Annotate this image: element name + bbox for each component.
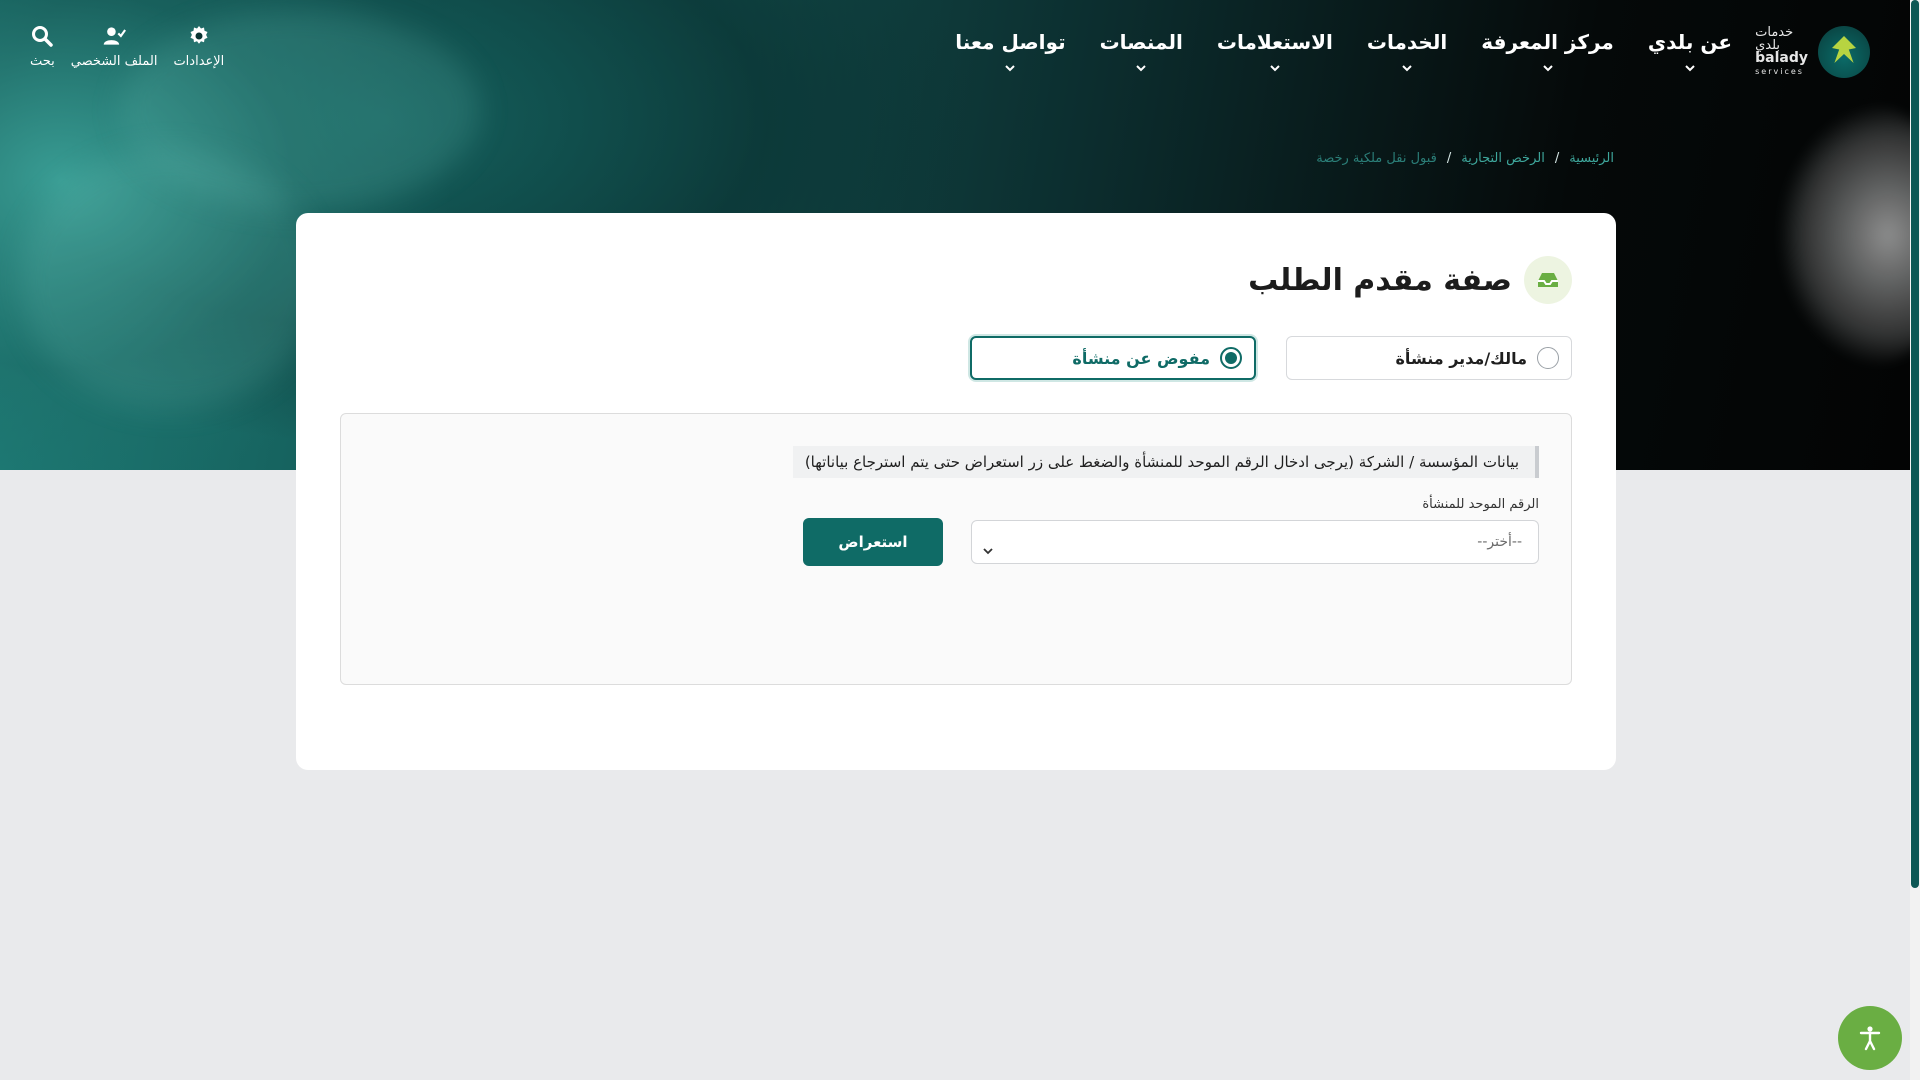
nav-item-contact[interactable]: تواصل معنا	[955, 30, 1066, 74]
user-check-icon	[103, 27, 127, 45]
title-icon-badge	[1524, 256, 1572, 304]
logo-english-sub: services	[1755, 67, 1804, 76]
profile-label: الملف الشخصي	[70, 54, 158, 69]
top-navigation: خدمات بلدي balady services عن بلدي مركز …	[0, 0, 1910, 104]
search-button[interactable]: بحث	[30, 24, 55, 69]
radio-authorized-representative[interactable]: مفوض عن منشأة	[970, 336, 1256, 380]
radio-circle[interactable]	[1220, 347, 1242, 369]
chevron-down-icon	[1685, 65, 1695, 72]
profile-button[interactable]: الملف الشخصي	[70, 24, 158, 69]
nav-label: تواصل معنا	[955, 30, 1066, 54]
search-icon	[32, 26, 54, 47]
decorative-palm	[1780, 105, 1920, 365]
nav-item-knowledge-center[interactable]: مركز المعرفة	[1481, 30, 1614, 74]
chevron-down-icon	[1270, 65, 1280, 72]
nav-label: عن بلدي	[1647, 30, 1732, 54]
scrollbar-thumb[interactable]	[1911, 0, 1919, 888]
chevron-down-icon	[1136, 65, 1146, 72]
establishment-data-panel: بيانات المؤسسة / الشركة (يرجى ادخال الرق…	[340, 413, 1572, 685]
balady-logo[interactable]: خدمات بلدي balady services	[1752, 24, 1870, 80]
logo-text: خدمات بلدي balady services	[1755, 26, 1808, 78]
page-title: صفة مقدم الطلب	[1248, 262, 1512, 298]
chevron-down-icon	[1402, 65, 1412, 72]
nav-label: المنصات	[1099, 30, 1183, 54]
inbox-tray-icon	[1538, 273, 1558, 287]
nav-label: الاستعلامات	[1216, 30, 1333, 54]
gear-icon	[190, 26, 208, 44]
search-label: بحث	[30, 54, 55, 69]
radio-circle[interactable]	[1537, 347, 1559, 369]
breadcrumb-separator: /	[1554, 151, 1560, 166]
breadcrumb-separator: /	[1446, 151, 1452, 166]
nav-item-platforms[interactable]: المنصات	[1100, 30, 1183, 74]
select-value: --أختر--	[1477, 534, 1522, 550]
accessibility-button[interactable]	[1838, 1006, 1902, 1070]
unified-number-label: الرقم الموحد للمنشأة	[1422, 497, 1539, 512]
logo-english: balady	[1755, 50, 1808, 66]
chevron-down-icon	[1005, 65, 1016, 72]
breadcrumb-home[interactable]: الرئيسية	[1569, 151, 1614, 166]
breadcrumb-commercial-licenses[interactable]: الرخص التجارية	[1461, 151, 1545, 166]
chevron-down-icon	[1542, 65, 1553, 72]
form-title: صفة مقدم الطلب	[1248, 256, 1572, 304]
applicant-form-card: صفة مقدم الطلب مالك/مدير منشأة مفوض عن م…	[296, 213, 1616, 770]
nav-label: مركز المعرفة	[1481, 30, 1614, 54]
header-tools: بحث الملف الشخصي الإعدادات	[30, 24, 224, 69]
nav-item-about[interactable]: عن بلدي	[1648, 30, 1732, 74]
chevron-down-icon	[983, 548, 993, 555]
radio-selected-dot	[1225, 352, 1237, 364]
view-button[interactable]: استعراض	[803, 518, 943, 566]
nav-item-services[interactable]: الخدمات	[1367, 30, 1447, 74]
main-menu: عن بلدي مركز المعرفة الخدمات الاستعلامات…	[955, 30, 1732, 74]
settings-button[interactable]: الإعدادات	[173, 24, 224, 69]
unified-number-select[interactable]: --أختر--	[971, 520, 1539, 564]
instruction-text: بيانات المؤسسة / الشركة (يرجى ادخال الرق…	[792, 446, 1539, 478]
palm-logo-icon	[1818, 26, 1870, 78]
radio-owner-manager[interactable]: مالك/مدير منشأة	[1286, 336, 1572, 380]
breadcrumb-current: قبول نقل ملكية رخصة	[1316, 151, 1437, 166]
nav-label: الخدمات	[1366, 30, 1448, 54]
radio-label: مالك/مدير منشأة	[1395, 348, 1527, 368]
nav-item-inquiries[interactable]: الاستعلامات	[1217, 30, 1333, 74]
radio-label: مفوض عن منشأة	[1072, 348, 1210, 368]
breadcrumb: الرئيسية / الرخص التجارية / قبول نقل ملك…	[1316, 151, 1614, 166]
settings-label: الإعدادات	[173, 54, 225, 69]
accessibility-icon	[1859, 1026, 1881, 1051]
applicant-type-options: مالك/مدير منشأة مفوض عن منشأة	[970, 336, 1572, 380]
page-scrollbar[interactable]	[1910, 0, 1920, 1080]
